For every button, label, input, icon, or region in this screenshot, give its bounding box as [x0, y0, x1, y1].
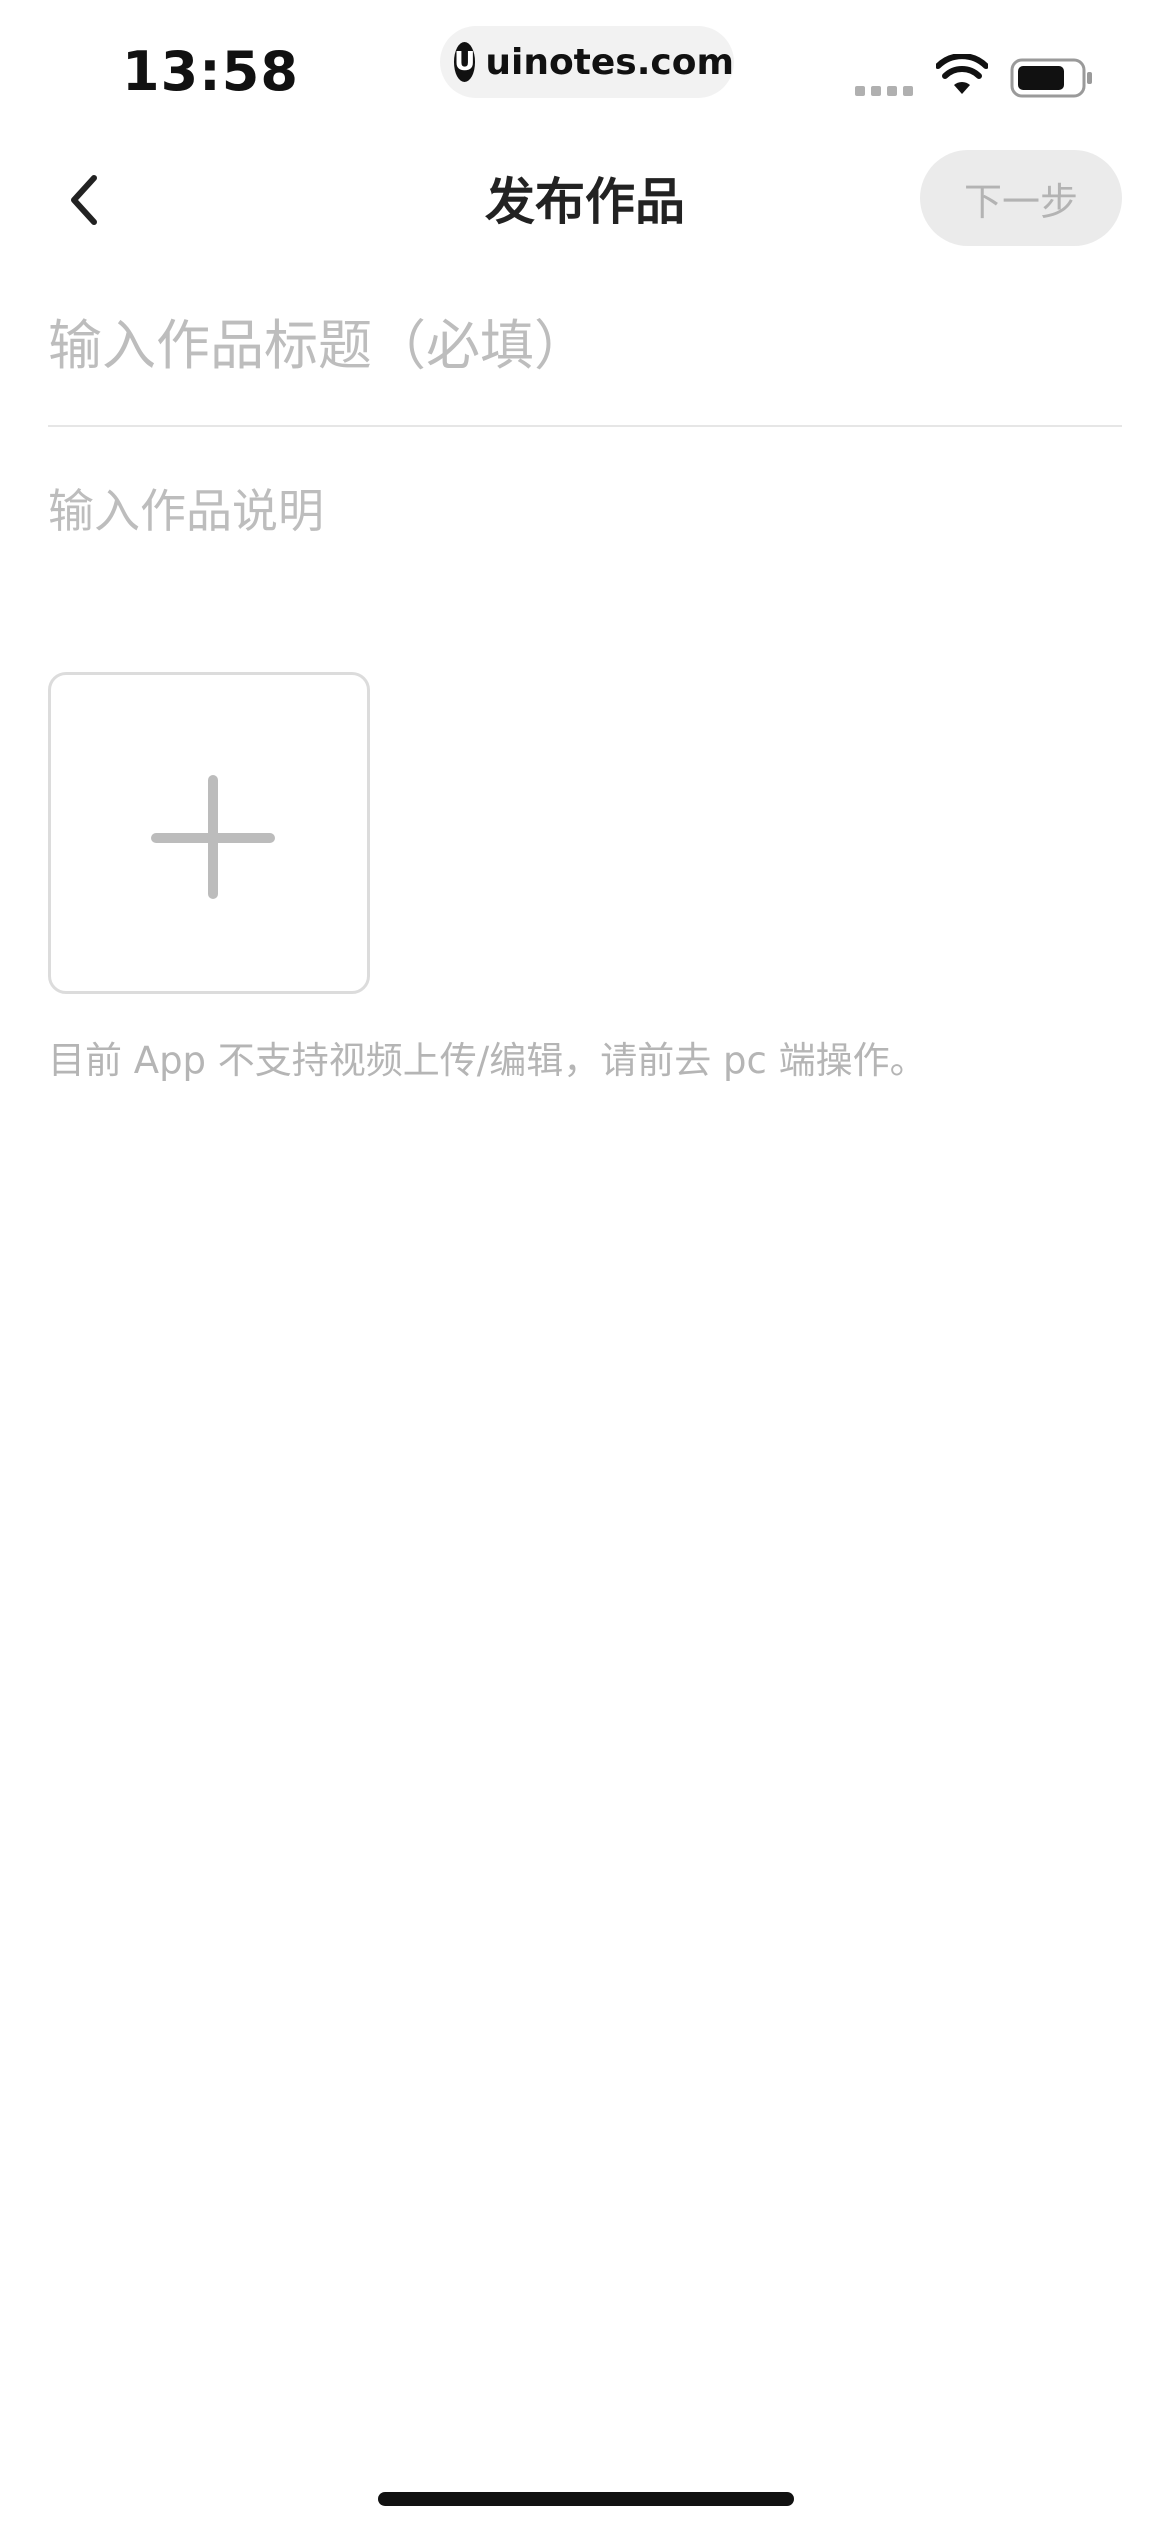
- status-time: 13:58: [122, 40, 299, 103]
- home-indicator: [378, 2492, 794, 2506]
- next-step-button[interactable]: 下一步: [920, 150, 1122, 246]
- upload-hint: 目前 App 不支持视频上传/编辑，请前去 pc 端操作。: [48, 1039, 927, 1082]
- work-title-input[interactable]: [48, 300, 1122, 390]
- work-description-input[interactable]: [48, 476, 1122, 596]
- wifi-icon: [936, 54, 988, 94]
- add-media-button[interactable]: [48, 672, 370, 994]
- site-logo-icon: U: [454, 42, 476, 82]
- divider: [48, 425, 1122, 427]
- battery-icon: [1010, 58, 1092, 98]
- signal-icon: [855, 86, 913, 96]
- url-text: uinotes.com: [485, 41, 734, 83]
- url-pill[interactable]: U uinotes.com: [440, 26, 734, 98]
- plus-icon-vertical: [208, 775, 218, 899]
